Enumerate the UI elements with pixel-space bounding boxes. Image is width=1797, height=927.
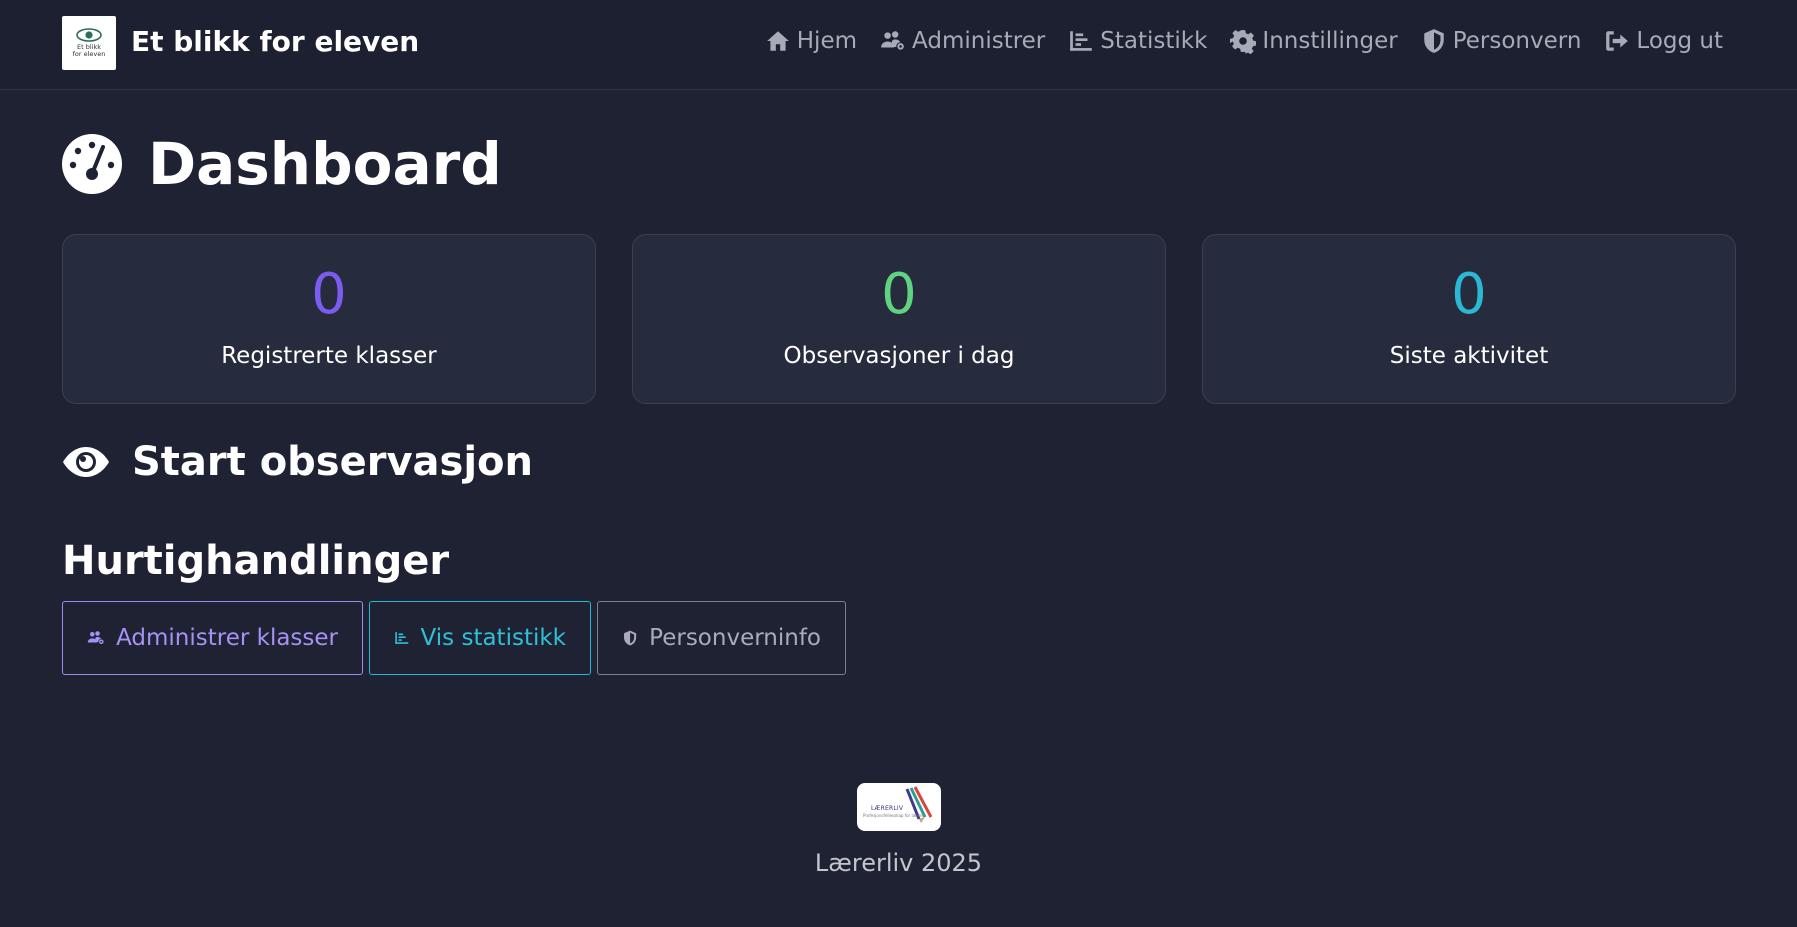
quick-actions-title: Hurtighandlinger	[62, 538, 450, 584]
stat-label: Registrerte klasser	[221, 343, 437, 369]
stat-label: Observasjoner i dag	[783, 343, 1015, 369]
stats-row: 0 Registrerte klasser 0 Observasjoner i …	[62, 234, 1736, 404]
shield-icon	[624, 630, 637, 646]
eye-icon	[63, 447, 109, 477]
stat-card-registered-classes: 0 Registrerte klasser	[62, 234, 596, 404]
manage-classes-button[interactable]: Administrer klasser	[62, 601, 363, 675]
button-label: Administrer klasser	[116, 625, 338, 651]
gear-icon	[1230, 30, 1257, 54]
footer-logo: LÆRERLIV Profesjonsfellesskap for lærere	[857, 783, 941, 831]
start-observation-title: Start observasjon	[132, 439, 534, 485]
eye-logo-icon	[76, 28, 102, 42]
nav-item-hjem[interactable]: Hjem	[765, 28, 857, 54]
stat-label: Siste aktivitet	[1389, 343, 1549, 369]
stat-card-observations-today: 0 Observasjoner i dag	[632, 234, 1166, 404]
page-title: Dashboard	[148, 130, 502, 198]
brand-logo-text: Et blikk for eleven	[72, 43, 106, 58]
page-header: Dashboard	[62, 130, 502, 198]
quick-actions: Administrer klasser Vis statistikk Perso…	[62, 601, 846, 675]
start-observation-section[interactable]: Start observasjon	[62, 438, 533, 486]
brand-logo[interactable]: Et blikk for eleven	[62, 16, 116, 70]
footer-text: Lærerliv 2025	[814, 849, 983, 877]
stat-value: 0	[311, 262, 347, 327]
bar-chart-icon	[395, 632, 409, 644]
nav-item-label: Hjem	[796, 28, 858, 54]
shield-icon	[1423, 29, 1444, 53]
stat-card-last-activity: 0 Siste aktivitet	[1202, 234, 1736, 404]
nav-item-statistikk[interactable]: Statistikk	[1068, 28, 1207, 54]
stat-value: 0	[1451, 262, 1487, 327]
nav-item-administrer[interactable]: Administrer	[880, 28, 1045, 54]
footer-logo-subtext: Profesjonsfellesskap for lærere	[863, 813, 925, 818]
dashboard-gauge-icon	[62, 134, 122, 194]
users-cog-icon	[87, 631, 105, 645]
footer-logo-text: LÆRERLIV	[871, 805, 904, 812]
nav-item-label: Logg ut	[1636, 28, 1723, 54]
view-statistics-button[interactable]: Vis statistikk	[369, 601, 591, 675]
nav-links: Hjem Administrer Statistikk Innstillinge…	[765, 28, 1723, 54]
nav-item-personvern[interactable]: Personvern	[1421, 28, 1582, 54]
button-label: Vis statistikk	[420, 625, 566, 651]
users-cog-icon	[881, 31, 905, 51]
privacy-info-button[interactable]: Personverninfo	[597, 601, 846, 675]
brand-name[interactable]: Et blikk for eleven	[131, 25, 419, 58]
button-label: Personverninfo	[649, 625, 821, 651]
top-navbar: Et blikk for eleven Et blikk for eleven …	[0, 0, 1797, 90]
nav-item-label: Innstillinger	[1262, 28, 1398, 54]
home-icon	[766, 31, 789, 51]
nav-item-label: Administrer	[912, 28, 1046, 54]
nav-item-innstillinger[interactable]: Innstillinger	[1230, 28, 1398, 54]
nav-item-label: Statistikk	[1100, 28, 1208, 54]
nav-item-logg-ut[interactable]: Logg ut	[1604, 28, 1723, 54]
nav-item-label: Personvern	[1452, 28, 1582, 54]
bar-chart-icon	[1070, 31, 1093, 51]
stat-value: 0	[881, 262, 917, 327]
logout-icon	[1606, 31, 1629, 51]
